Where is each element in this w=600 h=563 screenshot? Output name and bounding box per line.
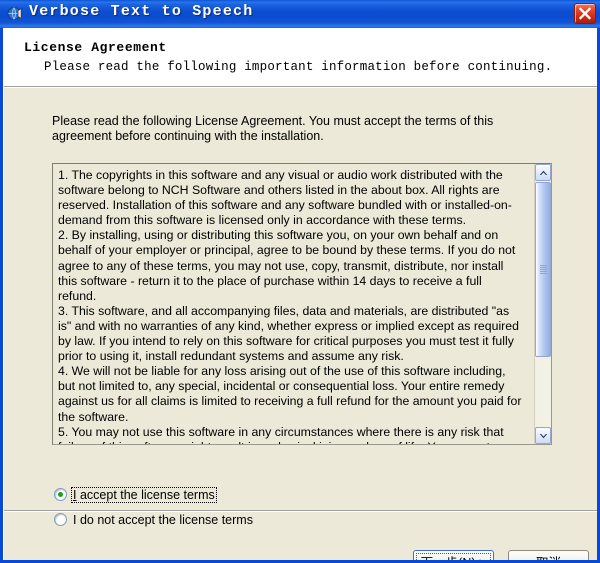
scroll-up-arrow-icon[interactable]	[535, 164, 551, 181]
page-subtitle: Please read the following important info…	[44, 60, 553, 74]
radio-accept-label: I accept the license terms	[71, 486, 217, 503]
client-area: License Agreement Please read the follow…	[3, 28, 597, 560]
footer-divider-highlight	[4, 511, 597, 512]
title-bar: Verbose Text to Speech	[0, 0, 600, 28]
next-button-tail: ) >	[471, 556, 486, 560]
next-button-text: 下一步(	[421, 556, 463, 560]
scrollbar-grip-icon	[540, 264, 547, 274]
license-scrollbar[interactable]	[534, 164, 551, 444]
radio-accept-license[interactable]: I accept the license terms	[54, 486, 217, 503]
radio-decline-label: I do not accept the license terms	[73, 512, 253, 527]
next-button[interactable]: 下一步(N) >	[413, 550, 494, 560]
window-title: Verbose Text to Speech	[29, 3, 254, 20]
cancel-button[interactable]: 取消	[508, 550, 589, 560]
radio-decline-indicator[interactable]	[54, 513, 67, 526]
radio-accept-rest: accept the license terms	[76, 487, 215, 502]
cancel-button-label: 取消	[536, 552, 561, 560]
next-button-focus-ring: 下一步(N) >	[416, 553, 491, 560]
license-text: 1. The copyrights in this software and a…	[58, 168, 522, 444]
intro-text: Please read the following License Agreem…	[52, 114, 494, 143]
radio-decline-license[interactable]: I do not accept the license terms	[54, 511, 255, 528]
page-title: License Agreement	[24, 40, 167, 55]
close-icon[interactable]	[574, 3, 596, 24]
installer-window: Verbose Text to Speech License Agreement…	[0, 0, 600, 563]
scroll-down-arrow-icon[interactable]	[535, 427, 551, 444]
header-divider-highlight	[4, 87, 597, 88]
license-text-box[interactable]: 1. The copyrights in this software and a…	[52, 163, 552, 445]
next-button-label: 下一步(N) >	[421, 552, 487, 560]
scrollbar-thumb[interactable]	[535, 182, 551, 357]
radio-accept-indicator[interactable]	[54, 488, 67, 501]
header-band	[4, 28, 597, 86]
globe-speaker-icon	[7, 5, 24, 22]
